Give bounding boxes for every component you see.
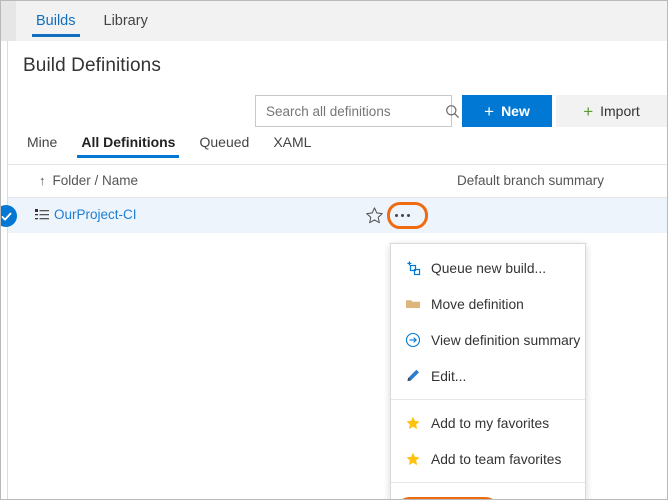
content-area: Build Definitions + New + Import Mine xyxy=(1,41,667,499)
tab-mine-label: Mine xyxy=(27,134,57,150)
star-outline-icon[interactable] xyxy=(365,206,385,226)
table-row[interactable]: OurProject-CI xyxy=(8,198,667,233)
hub-tab-library-label: Library xyxy=(104,13,148,29)
queue-build-icon xyxy=(405,260,431,276)
menu-item-edit[interactable]: Edit... xyxy=(391,358,585,394)
pencil-icon xyxy=(405,368,431,384)
tab-all-definitions[interactable]: All Definitions xyxy=(69,134,187,158)
pivot-tab-list: Mine All Definitions Queued XAML xyxy=(15,134,323,164)
tab-xaml-label: XAML xyxy=(273,134,311,150)
tab-mine[interactable]: Mine xyxy=(15,134,69,158)
hub-tab-list: Builds Library xyxy=(22,1,162,41)
search-input[interactable] xyxy=(264,96,445,126)
menu-item-move-definition[interactable]: Move definition xyxy=(391,286,585,322)
build-definition-icon xyxy=(35,208,49,227)
hub-left-gutter xyxy=(1,1,16,41)
column-header-folder-name[interactable]: ↑ Folder / Name xyxy=(39,173,138,188)
sort-ascending-icon: ↑ xyxy=(39,173,46,188)
folder-icon xyxy=(405,296,431,312)
plus-icon: + xyxy=(484,103,494,120)
menu-item-queue-new-build[interactable]: Queue new build... xyxy=(391,250,585,286)
plus-icon: + xyxy=(583,103,593,120)
star-filled-icon xyxy=(405,451,431,467)
search-box[interactable] xyxy=(255,95,452,127)
menu-separator xyxy=(391,482,585,483)
star-filled-icon xyxy=(405,415,431,431)
app-window: Builds Library Build Definitions + New xyxy=(0,0,668,500)
column-header-folder-name-label: Folder / Name xyxy=(53,173,139,188)
menu-item-clone[interactable]: Clone... xyxy=(391,488,585,500)
menu-item-add-to-my-favorites[interactable]: Add to my favorites xyxy=(391,405,585,441)
page-title: Build Definitions xyxy=(23,55,161,77)
import-definition-button[interactable]: + Import xyxy=(556,95,667,127)
column-header-default-branch-summary[interactable]: Default branch summary xyxy=(457,173,604,188)
column-header-default-branch-summary-label: Default branch summary xyxy=(457,173,604,188)
menu-item-add-to-team-favorites[interactable]: Add to team favorites xyxy=(391,441,585,477)
arrow-circle-right-icon xyxy=(405,332,431,348)
menu-item-queue-new-build-label: Queue new build... xyxy=(431,261,546,276)
menu-item-add-to-my-favorites-label: Add to my favorites xyxy=(431,416,549,431)
tab-queued-label: Queued xyxy=(199,134,249,150)
new-definition-button[interactable]: + New xyxy=(462,95,552,127)
hub-tab-library[interactable]: Library xyxy=(90,1,162,41)
tab-all-definitions-label: All Definitions xyxy=(81,134,175,150)
row-selected-checkmark-icon[interactable] xyxy=(0,205,17,227)
ellipsis-icon[interactable] xyxy=(390,204,414,226)
new-definition-label: New xyxy=(501,103,530,119)
menu-item-add-to-team-favorites-label: Add to team favorites xyxy=(431,452,561,467)
hub-tab-builds-label: Builds xyxy=(36,13,76,29)
tab-queued[interactable]: Queued xyxy=(187,134,261,158)
grid-header: ↑ Folder / Name Default branch summary xyxy=(8,165,667,198)
menu-item-view-definition-summary-label: View definition summary xyxy=(431,333,580,348)
ellipsis-dots xyxy=(395,214,410,217)
hub-tab-bar: Builds Library xyxy=(1,1,667,41)
menu-item-view-definition-summary[interactable]: View definition summary xyxy=(391,322,585,358)
hub-tab-builds[interactable]: Builds xyxy=(22,1,90,41)
menu-item-move-definition-label: Move definition xyxy=(431,297,524,312)
tab-xaml[interactable]: XAML xyxy=(261,134,323,158)
import-definition-label: Import xyxy=(600,103,640,119)
menu-separator xyxy=(391,399,585,400)
search-icon[interactable] xyxy=(445,97,460,125)
definition-name-link[interactable]: OurProject-CI xyxy=(54,207,137,222)
left-rail xyxy=(1,41,8,499)
menu-item-edit-label: Edit... xyxy=(431,369,466,384)
context-menu: Queue new build... Move definition xyxy=(390,243,586,500)
